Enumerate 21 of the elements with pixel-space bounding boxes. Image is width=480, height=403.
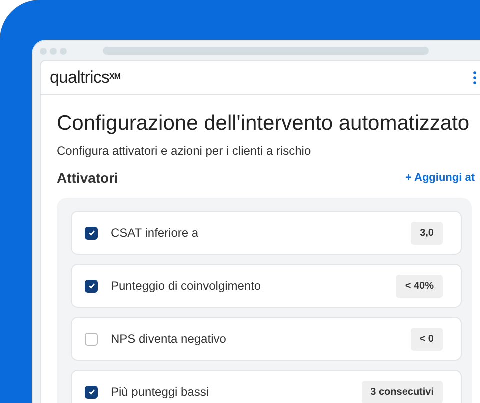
trigger-label: CSAT inferiore a: [111, 225, 200, 242]
threshold-value: 3 consecutivi: [362, 380, 443, 403]
threshold-value: < 40%: [396, 274, 443, 298]
page-subtitle: Configura attivatori e azioni per i clienti a rischio: [57, 143, 312, 160]
threshold-value: 3,0: [411, 222, 443, 244]
trigger-label: Più punteggi bassi: [111, 384, 210, 401]
check-icon: [88, 388, 96, 396]
add-trigger-link[interactable]: + Aggiungi at: [405, 170, 475, 187]
page-title: Configurazione dell'intervento automatizzato: [57, 111, 471, 137]
checkbox[interactable]: [85, 226, 98, 240]
check-icon: [88, 282, 96, 290]
threshold-value: < 0: [410, 328, 443, 350]
check-icon: [88, 229, 96, 237]
logo: qualtrics$^{XM}$: [50, 66, 121, 89]
checkbox[interactable]: [85, 280, 98, 292]
trigger-label: Punteggio di coinvolgimento: [111, 278, 262, 295]
checkbox[interactable]: [85, 332, 98, 346]
checkbox[interactable]: [85, 386, 98, 398]
trigger-label: NPS diventa negativo: [111, 331, 228, 348]
more-menu-icon[interactable]: [473, 70, 477, 84]
section-title: Attivatori: [57, 169, 118, 188]
